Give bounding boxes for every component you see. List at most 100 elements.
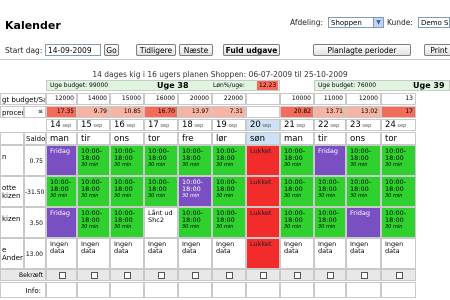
shift-cell[interactable]: Lukket — [246, 238, 280, 269]
shift-cell[interactable]: Ingen data — [346, 238, 381, 269]
shift-cell[interactable]: 10:00- 18:00 30 min — [346, 176, 381, 207]
shift-cell[interactable]: Ingen data — [46, 238, 77, 269]
date-cell[interactable]: 23 sep — [346, 119, 381, 131]
shift-cell[interactable]: Fridag — [314, 145, 346, 176]
confirm-checkbox[interactable] — [360, 272, 368, 279]
shift-cell[interactable]: 10:00- 18:00 30 min — [280, 145, 314, 176]
info-cell[interactable] — [46, 282, 77, 298]
date-cell[interactable]: 24 sep — [381, 119, 416, 131]
shift-cell[interactable]: 10:00- 18:00 30 min — [178, 207, 212, 238]
shift-cell[interactable]: Ingen data — [77, 238, 110, 269]
shift-cell[interactable]: 10:00- 18:00 30 min — [144, 176, 178, 207]
shift-cell[interactable]: 10:00- 18:00 30 min — [77, 207, 110, 238]
shift-cell[interactable]: 10:00- 18:00 30 min — [110, 176, 144, 207]
shift-cell[interactable]: 10:00- 18:00 30 min — [381, 176, 416, 207]
shift-cell[interactable]: Ingen data — [110, 238, 144, 269]
confirm-checkbox[interactable] — [158, 272, 165, 279]
shift-duration: 30 min — [350, 193, 368, 199]
go-button[interactable]: Go — [104, 44, 119, 56]
info-cell[interactable] — [212, 282, 246, 298]
shift-cell[interactable]: Lukket — [246, 207, 280, 238]
info-cell[interactable] — [381, 282, 416, 298]
previous-button[interactable]: Tidligere — [136, 44, 176, 56]
confirm-checkbox[interactable] — [226, 272, 233, 279]
date-cell[interactable]: 16 sep — [110, 119, 144, 131]
confirm-checkbox[interactable] — [395, 272, 403, 279]
shift-text: 10:00- 18:00 — [114, 147, 136, 162]
date-cell[interactable]: 20 sep — [246, 119, 280, 131]
date-cell[interactable]: 14 sep — [46, 119, 77, 131]
shift-cell[interactable]: 10:00- 18:00 30 min — [346, 145, 381, 176]
shift-cell[interactable]: 10:00- 18:00 30 min — [280, 207, 314, 238]
shift-cell[interactable]: 10:00- 18:00 30 min — [144, 145, 178, 176]
procent-cell: 20.82 — [280, 106, 314, 118]
shift-text: Fridag — [350, 209, 370, 217]
date-cell[interactable]: 22 sep — [314, 119, 346, 131]
info-cell[interactable] — [110, 282, 144, 298]
confirm-checkbox[interactable] — [124, 272, 131, 279]
confirm-checkbox[interactable] — [260, 272, 267, 279]
shift-cell[interactable]: Ingen data — [212, 238, 246, 269]
info-cell[interactable] — [77, 282, 110, 298]
afdeling-select[interactable]: Shoppen ▼ — [328, 17, 384, 28]
shift-cell[interactable]: Ingen data — [144, 238, 178, 269]
date-cell[interactable]: 17 sep — [144, 119, 178, 131]
kunde-label: Kunde: — [387, 18, 413, 27]
info-cell[interactable] — [246, 282, 280, 298]
shift-cell[interactable]: 10:00- 18:00 30 min — [46, 176, 77, 207]
shift-cell[interactable]: 10:00- 18:00 30 min — [314, 176, 346, 207]
full-version-button[interactable]: Fuld udgave — [223, 44, 280, 56]
shift-cell[interactable]: Ingen data — [381, 238, 416, 269]
shift-cell[interactable]: Ingen data — [280, 238, 314, 269]
info-cell[interactable] — [144, 282, 178, 298]
date-cell[interactable]: 18 sep — [178, 119, 212, 131]
shift-cell[interactable]: 10:00- 18:00 30 min — [280, 176, 314, 207]
shift-cell[interactable]: 10:00- 18:00 30 min — [77, 145, 110, 176]
shift-cell[interactable]: 10:00- 18:00 30 min — [314, 207, 346, 238]
shift-cell[interactable]: 10:00- 18:00 30 min — [110, 207, 144, 238]
confirm-checkbox[interactable] — [294, 272, 301, 279]
dayname-cell: lør — [212, 132, 246, 145]
shift-cell[interactable]: Fridag — [346, 207, 381, 238]
procent-cell: 17.35 — [46, 106, 77, 118]
shift-cell[interactable]: 10:00- 18:00 30 min — [212, 145, 246, 176]
date-cell[interactable]: 19 sep — [212, 119, 246, 131]
start-dag-input[interactable]: 14-09-2009 — [45, 44, 101, 56]
confirm-checkbox[interactable] — [192, 272, 199, 279]
info-cell[interactable] — [178, 282, 212, 298]
date-cell[interactable]: 15 sep — [77, 119, 110, 131]
info-cell[interactable] — [280, 282, 314, 298]
print-button[interactable]: Print — [424, 44, 450, 56]
confirm-checkbox[interactable] — [90, 272, 98, 279]
date-day: 23 — [350, 120, 361, 130]
divider — [0, 59, 450, 60]
shift-cell[interactable]: Fridag — [46, 207, 77, 238]
shift-cell[interactable]: 10:00- 18:00 30 min — [212, 207, 246, 238]
shift-text: 10:00- 18:00 — [81, 209, 103, 224]
shift-cell[interactable]: Ingen data — [178, 238, 212, 269]
schedule-grid: Uge budget: 99000 Uge 38 Løn%/uge: 12.23 Uge… — [0, 80, 450, 300]
shift-duration: 30 min — [284, 193, 302, 199]
shift-cell[interactable]: 10:00- 18:00 30 min — [178, 176, 212, 207]
confirm-checkbox[interactable] — [327, 272, 334, 279]
shift-cell[interactable]: 10:00- 18:00 30 min — [381, 207, 416, 238]
shift-cell[interactable]: 10:00- 18:00 30 min — [178, 145, 212, 176]
afdeling-value: Shoppen — [331, 19, 362, 27]
shift-cell[interactable]: Lukket — [246, 176, 280, 207]
shift-cell[interactable]: 10:00- 18:00 30 min — [381, 145, 416, 176]
shift-cell[interactable]: 10:00- 18:00 30 min — [212, 176, 246, 207]
shift-cell[interactable]: Lånt ud Shc2 — [144, 207, 178, 238]
date-cell[interactable]: 21 sep — [280, 119, 314, 131]
shift-cell[interactable]: 10:00- 18:00 30 min — [110, 145, 144, 176]
shift-cell[interactable]: 10:00- 18:00 30 min — [77, 176, 110, 207]
info-cell[interactable] — [314, 282, 346, 298]
shift-cell[interactable]: Lukket — [246, 145, 280, 176]
shift-duration: 30 min — [81, 162, 99, 168]
info-cell[interactable] — [346, 282, 381, 298]
shift-cell[interactable]: Fridag — [46, 145, 77, 176]
kunde-select[interactable]: Demo S — [418, 17, 450, 28]
shift-cell[interactable]: Ingen data — [314, 238, 346, 269]
confirm-checkbox[interactable] — [58, 272, 66, 279]
planned-periods-button[interactable]: Planlagte perioder — [313, 44, 411, 56]
next-button[interactable]: Næste — [179, 44, 213, 56]
